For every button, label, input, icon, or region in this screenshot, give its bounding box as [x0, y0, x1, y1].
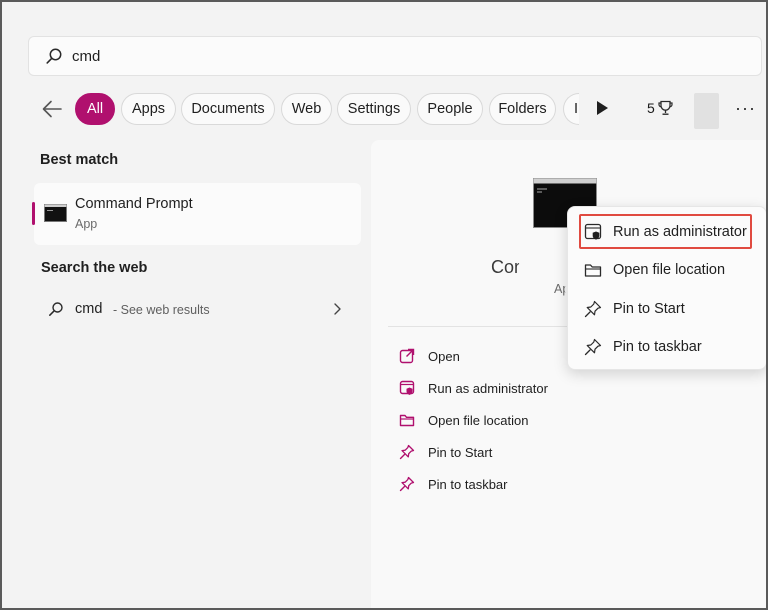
pin-icon [399, 444, 415, 460]
chevron-right-icon [334, 303, 341, 315]
folder-icon [399, 414, 415, 427]
chip-settings[interactable]: Settings [337, 93, 411, 125]
chip-folders[interactable]: Folders [489, 93, 556, 125]
ctx-open-file-location-label: Open file location [613, 262, 726, 278]
ctx-pin-to-taskbar-label: Pin to taskbar [613, 339, 702, 355]
chip-people[interactable]: People [417, 93, 483, 125]
pin-icon [584, 300, 602, 318]
best-match-subtitle: App [75, 217, 98, 231]
search-input[interactable]: cmd [72, 48, 100, 65]
action-pin-to-taskbar-label: Pin to taskbar [428, 476, 508, 492]
chip-web[interactable]: Web [281, 93, 332, 125]
ctx-pin-to-start-label: Pin to Start [613, 301, 685, 317]
chip-apps[interactable]: Apps [121, 93, 176, 125]
ctx-open-file-location[interactable]: Open file location [568, 253, 766, 287]
open-icon [399, 348, 415, 364]
action-pin-to-start[interactable]: Pin to Start [399, 441, 492, 463]
back-arrow-icon[interactable] [40, 98, 64, 120]
chip-more-truncated[interactable]: I [563, 93, 579, 125]
action-open-file-location[interactable]: Open file location [399, 409, 528, 431]
search-icon [49, 302, 63, 316]
filter-bar: All Apps Documents Web Settings People F… [2, 90, 766, 129]
web-result-query: cmd [75, 301, 103, 317]
more-icon[interactable]: ··· [735, 98, 756, 119]
search-box[interactable]: cmd [28, 36, 762, 76]
pin-icon [584, 338, 602, 356]
best-match-title: Command Prompt [75, 196, 193, 212]
folder-icon [584, 264, 602, 277]
action-open-file-location-label: Open file location [428, 412, 529, 428]
web-search-result[interactable]: cmd - See web results [34, 294, 361, 324]
avatar[interactable] [694, 93, 719, 129]
search-icon [46, 48, 62, 64]
trophy-icon [658, 100, 673, 115]
best-match-result[interactable]: Command Prompt App [32, 183, 361, 245]
best-match-heading: Best match [40, 152, 119, 168]
action-open-label: Open [428, 348, 460, 364]
action-pin-to-start-label: Pin to Start [428, 444, 493, 460]
terminal-icon [44, 204, 67, 222]
start-search-window: cmd All Apps Documents Web Settings Peop… [0, 0, 768, 610]
rewards-points[interactable]: 5 [647, 100, 673, 116]
action-run-as-admin-label: Run as administrator [428, 380, 548, 396]
points-value: 5 [647, 100, 655, 116]
play-icon[interactable] [595, 100, 609, 116]
shield-window-icon [399, 380, 415, 395]
ctx-pin-to-taskbar[interactable]: Pin to taskbar [568, 330, 766, 364]
chip-all[interactable]: All [75, 93, 115, 125]
selection-indicator [32, 202, 35, 225]
web-result-suffix: - See web results [113, 303, 210, 317]
pin-icon [399, 476, 415, 492]
action-pin-to-taskbar[interactable]: Pin to taskbar [399, 473, 508, 495]
action-open[interactable]: Open [399, 345, 460, 367]
search-web-heading: Search the web [41, 260, 148, 276]
action-run-as-admin[interactable]: Run as administrator [399, 377, 548, 399]
chip-documents[interactable]: Documents [181, 93, 275, 125]
highlight-annotation [579, 214, 752, 249]
ctx-pin-to-start[interactable]: Pin to Start [568, 292, 766, 326]
